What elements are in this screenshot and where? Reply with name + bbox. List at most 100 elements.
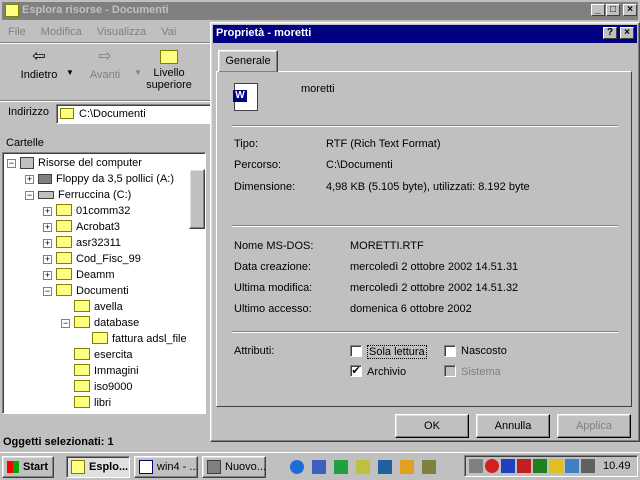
separator — [232, 225, 618, 227]
tree-item[interactable]: − Ferruccina (C:) — [25, 187, 131, 203]
address-value: C:\Documenti — [79, 108, 146, 120]
floppy-icon — [38, 174, 52, 185]
minimize-button[interactable]: _ — [591, 4, 605, 16]
back-button[interactable]: ⇦ Indietro — [14, 48, 64, 98]
back-arrow-icon: ⇦ — [32, 48, 46, 65]
ie-icon[interactable] — [290, 460, 304, 474]
readonly-checkbox[interactable] — [350, 345, 362, 357]
start-button[interactable]: Start — [2, 456, 54, 478]
folder-tree[interactable]: − Risorse del computer + Floppy da 3,5 pol… — [2, 152, 206, 414]
task-new[interactable]: Nuovo... — [202, 456, 266, 478]
outlook-icon[interactable] — [356, 460, 370, 474]
properties-dialog: Proprietà - moretti ? × Generale W moret… — [210, 22, 640, 442]
tree-item[interactable]: − Documenti — [43, 283, 129, 299]
new-task-icon — [207, 460, 221, 474]
accessed-value: domenica 6 ottobre 2002 — [350, 303, 472, 315]
hidden-label[interactable]: Nascosto — [461, 345, 507, 357]
maximize-button[interactable]: □ — [606, 4, 620, 16]
menu-modifica[interactable]: Modifica — [41, 26, 82, 38]
explorer-menubar: File Modifica Visualizza Vai — [8, 26, 188, 38]
speaker-icon[interactable] — [581, 459, 595, 473]
explorer-titlebar[interactable]: Esplora risorse - Documenti _ □ × — [2, 2, 638, 20]
hidden-checkbox[interactable] — [444, 345, 456, 357]
address-folder-icon — [60, 108, 74, 119]
modified-label: Ultima modifica: — [234, 282, 313, 294]
attributes-label: Attributi: — [234, 345, 275, 357]
tray-icon[interactable] — [485, 459, 499, 473]
size-label: Dimensione: — [234, 181, 296, 193]
folder-icon — [74, 380, 90, 393]
tree-item[interactable]: + Acrobat3 — [43, 219, 120, 235]
channels-icon[interactable] — [334, 460, 348, 474]
task-explorer[interactable]: Esplo... — [66, 456, 130, 478]
tray-icon[interactable] — [549, 459, 563, 473]
forward-arrow-icon: ⇨ — [98, 48, 112, 65]
tray-icon[interactable] — [469, 459, 483, 473]
task-word[interactable]: win4 - ... — [134, 456, 198, 478]
tree-item[interactable]: libri — [74, 395, 111, 411]
accessed-label: Ultimo accesso: — [234, 303, 312, 315]
computer-icon — [20, 157, 34, 170]
drive-icon — [38, 191, 54, 200]
tree-item[interactable]: iso9000 — [74, 379, 133, 395]
folder-icon — [74, 300, 90, 313]
dialog-title: Proprietà - moretti — [216, 27, 312, 39]
forward-dropdown-icon[interactable]: ▼ — [134, 68, 142, 77]
tree-item[interactable]: − database — [61, 315, 139, 331]
folders-pane-title: Cartelle — [6, 137, 44, 149]
forward-button[interactable]: ⇨ Avanti — [80, 48, 130, 98]
archive-checkbox[interactable]: ✔ — [350, 365, 362, 377]
up-level-button[interactable]: Livello superiore — [142, 48, 196, 98]
tree-item[interactable]: − Risorse del computer — [7, 155, 142, 171]
menu-visualizza[interactable]: Visualizza — [97, 26, 146, 38]
open-folder-icon — [56, 284, 72, 297]
dialog-titlebar[interactable]: Proprietà - moretti ? × — [213, 25, 637, 43]
separator — [232, 125, 618, 127]
tree-item[interactable]: + Floppy da 3,5 pollici (A:) — [25, 171, 174, 187]
tray-icon[interactable] — [501, 459, 515, 473]
system-checkbox — [444, 365, 456, 377]
ok-button[interactable]: OK — [395, 414, 469, 438]
tree-item[interactable]: + Cod_Fisc_99 — [43, 251, 141, 267]
tools-icon[interactable] — [422, 460, 436, 474]
tree-item[interactable]: avella — [74, 299, 123, 315]
tree-item[interactable]: fattura adsl_file — [92, 331, 187, 347]
clock[interactable]: 10.49 — [603, 460, 631, 472]
archive-label[interactable]: Archivio — [367, 366, 406, 378]
modified-value: mercoledì 2 ottobre 2002 14.51.32 — [350, 282, 519, 294]
tray-icon[interactable] — [533, 459, 547, 473]
desktop-icon[interactable] — [312, 460, 326, 474]
created-value: mercoledì 2 ottobre 2002 14.51.31 — [350, 261, 519, 273]
readonly-label[interactable]: Sola lettura — [367, 345, 427, 359]
file-name: moretti — [301, 83, 335, 95]
menu-vai[interactable]: Vai — [161, 26, 176, 38]
tree-item[interactable]: esercita — [74, 347, 133, 363]
close-button[interactable]: × — [623, 4, 637, 16]
back-dropdown-icon[interactable]: ▼ — [66, 68, 74, 77]
edit-icon[interactable] — [400, 460, 414, 474]
address-field[interactable]: C:\Documenti — [56, 104, 212, 124]
address-label: Indirizzo — [8, 106, 49, 118]
help-button[interactable]: ? — [603, 27, 617, 39]
tree-item[interactable]: + asr32311 — [43, 235, 121, 251]
netscape-icon[interactable] — [378, 460, 392, 474]
apply-button: Applica — [557, 414, 631, 438]
tray-icon[interactable] — [517, 459, 531, 473]
tray-icon[interactable] — [565, 459, 579, 473]
tab-generale[interactable]: Generale — [218, 50, 278, 72]
system-label: Sistema — [461, 366, 501, 378]
tree-item[interactable]: +01comm32 — [43, 203, 130, 219]
tree-item[interactable]: + Deamm — [43, 267, 115, 283]
folder-icon — [56, 236, 72, 249]
windows-logo-icon — [7, 461, 19, 473]
cancel-button[interactable]: Annulla — [476, 414, 550, 438]
status-text: Oggetti selezionati: 1 — [3, 436, 114, 448]
tree-scrollbar-thumb[interactable] — [189, 169, 205, 229]
dialog-close-button[interactable]: × — [620, 27, 634, 39]
menu-file[interactable]: File — [8, 26, 26, 38]
folder-icon — [56, 220, 72, 233]
msdos-name-value: MORETTI.RTF — [350, 240, 424, 252]
system-tray: 10.49 — [464, 455, 638, 477]
tree-item[interactable]: Immagini — [74, 363, 139, 379]
type-value: RTF (Rich Text Format) — [326, 138, 441, 150]
